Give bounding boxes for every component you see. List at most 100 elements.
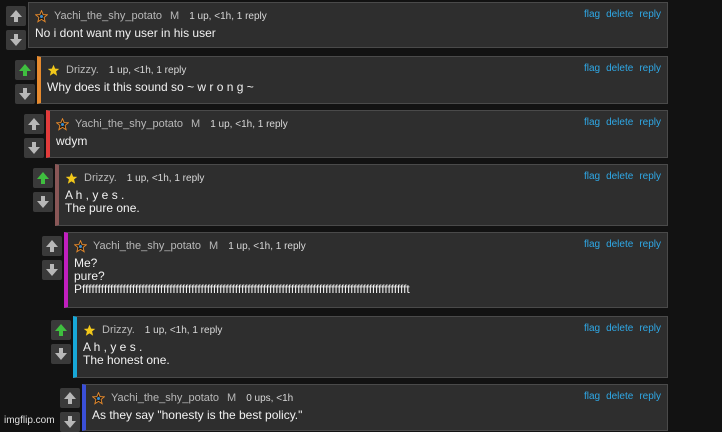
comment-meta: Yachi_the_shy_potato M 0 ups, <1h [92, 390, 293, 406]
comment-text-line: Me? [74, 256, 98, 270]
vote-controls [42, 232, 62, 280]
upvote-button[interactable] [15, 60, 35, 80]
user-tag: M [170, 10, 180, 22]
reply-link[interactable]: reply [639, 323, 661, 334]
vote-controls [15, 56, 35, 104]
upvote-button[interactable] [33, 168, 53, 188]
user-badge-icon [65, 172, 78, 185]
comment-body: A h , y e s . The honest one. [83, 341, 657, 367]
flag-link[interactable]: flag [584, 239, 600, 250]
downvote-button[interactable] [15, 84, 35, 104]
comment: Drizzy. 1 up, <1h, 1 reply flag delete reply… [51, 316, 668, 378]
comment-text-line: The honest one. [83, 353, 170, 367]
comment: Yachi_the_shy_potato M 0 ups, <1h flag delet… [60, 384, 668, 432]
flag-link[interactable]: flag [584, 171, 600, 182]
comment-actions: flag delete reply [584, 171, 661, 182]
user-badge-icon [83, 324, 96, 337]
comment-actions: flag delete reply [584, 63, 661, 74]
flag-link[interactable]: flag [584, 391, 600, 402]
username[interactable]: Yachi_the_shy_potato [54, 10, 162, 22]
comment-body: Me? pure? Pfffffffffffffffffffffffffffffff… [74, 257, 657, 296]
vote-controls [60, 384, 80, 432]
flag-link[interactable]: flag [584, 63, 600, 74]
downvote-button[interactable] [24, 138, 44, 158]
flag-link[interactable]: flag [584, 9, 600, 20]
delete-link[interactable]: delete [606, 323, 633, 334]
comment-text-line: A h , y e s . [65, 188, 125, 202]
reply-link[interactable]: reply [639, 117, 661, 128]
comment-card: Yachi_the_shy_potato M 1 up, <1h, 1 reply f… [28, 2, 668, 48]
comment-stats: 1 up, <1h, 1 reply [210, 118, 288, 130]
user-badge-icon [74, 239, 87, 253]
comment: Yachi_the_shy_potato M 1 up, <1h, 1 reply f… [42, 232, 668, 308]
downvote-arrow-icon [10, 34, 22, 46]
comment-card: Drizzy. 1 up, <1h, 1 reply flag delete reply… [73, 316, 668, 378]
delete-link[interactable]: delete [606, 171, 633, 182]
flag-link[interactable]: flag [584, 117, 600, 128]
comment-stats: 1 up, <1h, 1 reply [144, 324, 223, 336]
username[interactable]: Drizzy. [66, 64, 99, 76]
comment-stats: 0 ups, <1h [246, 392, 294, 404]
comment-text-line: As they say "honesty is the best policy.… [92, 408, 303, 422]
comment-meta: Drizzy. 1 up, <1h, 1 reply [83, 322, 222, 338]
comment: Yachi_the_shy_potato M 1 up, <1h, 1 reply f… [6, 2, 668, 50]
upvote-arrow-icon [64, 392, 76, 404]
delete-link[interactable]: delete [606, 63, 633, 74]
vote-controls [6, 2, 26, 50]
reply-link[interactable]: reply [639, 391, 661, 402]
comment-body: wdym [56, 135, 657, 148]
upvote-button[interactable] [60, 388, 80, 408]
upvote-button[interactable] [51, 320, 71, 340]
downvote-button[interactable] [60, 412, 80, 432]
comment-actions: flag delete reply [584, 391, 661, 402]
comment-text-line: Pfffffffffffffffffffffffffffffffffffffff… [74, 282, 410, 296]
flag-link[interactable]: flag [584, 323, 600, 334]
delete-link[interactable]: delete [606, 239, 633, 250]
comment-body: Why does it this sound so ~ w r o n g ~ [47, 81, 657, 94]
downvote-arrow-icon [46, 264, 58, 276]
upvote-arrow-icon [55, 324, 67, 336]
upvote-button[interactable] [42, 236, 62, 256]
comment-stats: 1 up, <1h, 1 reply [228, 240, 306, 252]
downvote-button[interactable] [42, 260, 62, 280]
upvote-arrow-icon [10, 10, 22, 22]
delete-link[interactable]: delete [606, 391, 633, 402]
downvote-button[interactable] [51, 344, 71, 364]
comment-meta: Yachi_the_shy_potato M 1 up, <1h, 1 reply [74, 238, 306, 254]
delete-link[interactable]: delete [606, 117, 633, 128]
user-badge-icon [47, 64, 60, 77]
vote-controls [24, 110, 44, 158]
reply-link[interactable]: reply [639, 171, 661, 182]
username[interactable]: Drizzy. [102, 324, 135, 336]
comment-meta: Drizzy. 1 up, <1h, 1 reply [65, 170, 204, 186]
vote-controls [51, 316, 71, 364]
username[interactable]: Drizzy. [84, 172, 117, 184]
downvote-button[interactable] [33, 192, 53, 212]
username[interactable]: Yachi_the_shy_potato [75, 118, 183, 130]
comment-text-line: Why does it this sound so ~ w r o n g ~ [47, 80, 254, 94]
downvote-button[interactable] [6, 30, 26, 50]
user-tag: M [191, 118, 201, 130]
comment-body: A h , y e s . The pure one. [65, 189, 657, 215]
reply-link[interactable]: reply [639, 239, 661, 250]
downvote-arrow-icon [55, 348, 67, 360]
comment-actions: flag delete reply [584, 117, 661, 128]
reply-link[interactable]: reply [639, 9, 661, 20]
downvote-arrow-icon [37, 196, 49, 208]
watermark: imgflip.com [4, 415, 55, 426]
comment-card: Yachi_the_shy_potato M 0 ups, <1h flag delet… [82, 384, 668, 431]
comment-text-line: wdym [56, 134, 88, 148]
comment-text-line: No i dont want my user in his user [35, 26, 216, 40]
comment-card: Yachi_the_shy_potato M 1 up, <1h, 1 reply f… [46, 110, 668, 158]
downvote-arrow-icon [28, 142, 40, 154]
user-badge-icon [35, 9, 48, 23]
upvote-button[interactable] [24, 114, 44, 134]
username[interactable]: Yachi_the_shy_potato [111, 392, 219, 404]
upvote-button[interactable] [6, 6, 26, 26]
delete-link[interactable]: delete [606, 9, 633, 20]
reply-link[interactable]: reply [639, 63, 661, 74]
comment: Drizzy. 1 up, <1h, 1 reply flag delete reply… [15, 56, 668, 104]
username[interactable]: Yachi_the_shy_potato [93, 240, 201, 252]
user-badge-icon [92, 391, 105, 405]
user-tag: M [227, 392, 237, 404]
